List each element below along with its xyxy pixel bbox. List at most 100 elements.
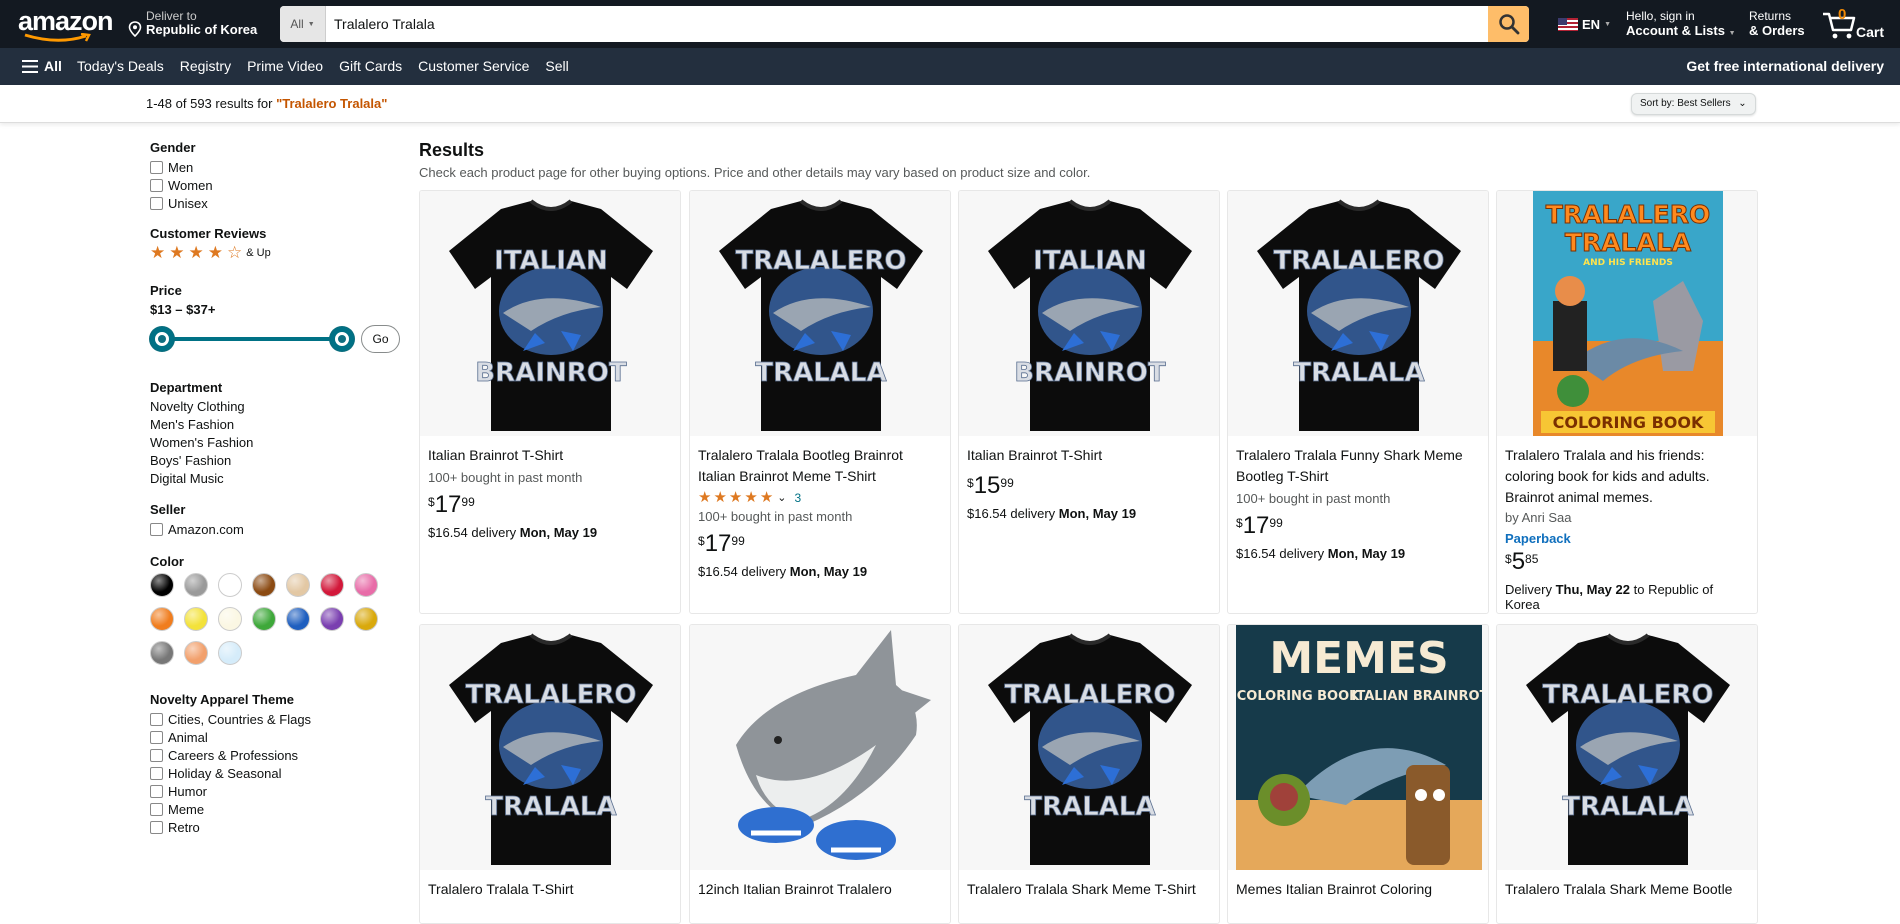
- price-go-button[interactable]: Go: [361, 325, 400, 353]
- deliver-to[interactable]: Deliver to Republic of Korea: [128, 9, 268, 41]
- theme-option[interactable]: Cities, Countries & Flags: [150, 710, 410, 728]
- product-card[interactable]: ITALIAN BRAINROT Italian Brainrot T-Shir…: [419, 190, 681, 614]
- color-swatch[interactable]: [354, 573, 378, 597]
- product-price[interactable]: $ 15 99: [967, 472, 1211, 500]
- subnav-registry[interactable]: Registry: [180, 58, 231, 74]
- color-swatch[interactable]: [184, 607, 208, 631]
- product-title[interactable]: Tralalero Tralala and his friends: color…: [1505, 445, 1749, 508]
- account-menu[interactable]: Hello, sign in Account & Lists ▼: [1626, 10, 1736, 42]
- color-swatch[interactable]: [252, 607, 276, 631]
- gender-option-unisex[interactable]: Unisex: [150, 194, 410, 212]
- product-image[interactable]: ITALIAN BRAINROT: [420, 191, 680, 436]
- product-card[interactable]: 12inch Italian Brainrot Tralalero: [689, 624, 951, 924]
- international-delivery-promo[interactable]: Get free international delivery: [1686, 58, 1884, 74]
- color-swatch[interactable]: [150, 641, 174, 665]
- price-slider-max-handle[interactable]: [330, 327, 354, 351]
- subnav-customer-service[interactable]: Customer Service: [418, 58, 529, 74]
- color-swatch[interactable]: [320, 607, 344, 631]
- seller-option-amazon[interactable]: Amazon.com: [150, 520, 410, 538]
- color-swatch[interactable]: [218, 641, 242, 665]
- department-womens-fashion[interactable]: Women's Fashion: [150, 434, 410, 452]
- department-novelty-clothing[interactable]: Novelty Clothing: [150, 398, 410, 416]
- color-swatch[interactable]: [184, 573, 208, 597]
- product-card[interactable]: TRALALERO TRALALA Tralalero Tralala Shar…: [1496, 624, 1758, 924]
- price-slider[interactable]: Go: [150, 323, 410, 357]
- theme-option[interactable]: Humor: [150, 782, 410, 800]
- product-price[interactable]: $ 17 99: [428, 491, 672, 519]
- language-selector[interactable]: EN ▼: [1558, 17, 1611, 32]
- checkbox[interactable]: [150, 820, 163, 834]
- subnav-todays-deals[interactable]: Today's Deals: [77, 58, 164, 74]
- checkbox[interactable]: [150, 178, 163, 192]
- product-title[interactable]: Tralalero Tralala Funny Shark Meme Bootl…: [1236, 445, 1480, 487]
- product-card[interactable]: TRALALERO TRALALA Tralalero Tralala Shar…: [958, 624, 1220, 924]
- product-card[interactable]: TRALALERO TRALALA Tralalero Tralala Funn…: [1227, 190, 1489, 614]
- checkbox[interactable]: [150, 802, 163, 816]
- price-slider-min-handle[interactable]: [150, 327, 174, 351]
- theme-option[interactable]: Animal: [150, 728, 410, 746]
- color-swatch[interactable]: [252, 573, 276, 597]
- checkbox[interactable]: [150, 160, 163, 174]
- department-digital-music[interactable]: Digital Music: [150, 470, 410, 488]
- color-swatch[interactable]: [184, 641, 208, 665]
- product-title[interactable]: Memes Italian Brainrot Coloring: [1236, 879, 1480, 900]
- product-card[interactable]: ITALIAN BRAINROT Italian Brainrot T-Shir…: [958, 190, 1220, 614]
- product-format[interactable]: Paperback: [1505, 531, 1749, 546]
- product-image[interactable]: [690, 625, 950, 870]
- color-swatch[interactable]: [150, 573, 174, 597]
- color-swatch[interactable]: [218, 607, 242, 631]
- rating-count[interactable]: 3: [794, 491, 801, 505]
- color-swatch[interactable]: [354, 607, 378, 631]
- product-card[interactable]: MEMES COLORING BOOK ITALIAN BRAINROT Mem…: [1227, 624, 1489, 924]
- checkbox[interactable]: [150, 766, 163, 780]
- all-menu-button[interactable]: All: [22, 58, 62, 74]
- search-category-select[interactable]: All ▼: [280, 6, 326, 42]
- color-swatch[interactable]: [218, 573, 242, 597]
- color-swatch[interactable]: [286, 573, 310, 597]
- checkbox[interactable]: [150, 784, 163, 798]
- product-image[interactable]: TRALALERO TRALALA AND HIS FRIENDS COLORI…: [1497, 191, 1757, 436]
- gender-option-men[interactable]: Men: [150, 158, 410, 176]
- product-image[interactable]: MEMES COLORING BOOK ITALIAN BRAINROT: [1228, 625, 1488, 870]
- theme-option[interactable]: Careers & Professions: [150, 746, 410, 764]
- product-price[interactable]: $ 17 99: [698, 530, 942, 558]
- returns-orders[interactable]: Returns & Orders: [1749, 10, 1805, 39]
- checkbox[interactable]: [150, 730, 163, 744]
- product-card[interactable]: TRALALERO TRALALA Tralalero Tralala T-Sh…: [419, 624, 681, 924]
- subnav-sell[interactable]: Sell: [545, 58, 568, 74]
- product-price[interactable]: $ 17 99: [1236, 512, 1480, 540]
- product-image[interactable]: TRALALERO TRALALA: [1228, 191, 1488, 436]
- gender-option-women[interactable]: Women: [150, 176, 410, 194]
- product-price[interactable]: $ 5 85: [1505, 548, 1749, 576]
- product-card[interactable]: TRALALERO TRALALA Tralalero Tralala Boot…: [689, 190, 951, 614]
- product-image[interactable]: TRALALERO TRALALA: [690, 191, 950, 436]
- subnav-gift-cards[interactable]: Gift Cards: [339, 58, 402, 74]
- theme-option[interactable]: Meme: [150, 800, 410, 818]
- product-title[interactable]: Italian Brainrot T-Shirt: [967, 445, 1211, 466]
- product-title[interactable]: 12inch Italian Brainrot Tralalero: [698, 879, 942, 900]
- product-title[interactable]: Tralalero Tralala Shark Meme T-Shirt: [967, 879, 1211, 900]
- department-mens-fashion[interactable]: Men's Fashion: [150, 416, 410, 434]
- product-title[interactable]: Italian Brainrot T-Shirt: [428, 445, 672, 466]
- theme-option[interactable]: Retro: [150, 818, 410, 836]
- product-image[interactable]: ITALIAN BRAINROT: [959, 191, 1219, 436]
- sort-dropdown[interactable]: Sort by: Best Sellers ⌄: [1631, 93, 1756, 115]
- color-swatch[interactable]: [320, 573, 344, 597]
- checkbox[interactable]: [150, 196, 163, 210]
- color-swatch[interactable]: [150, 607, 174, 631]
- checkbox[interactable]: [150, 712, 163, 726]
- product-title[interactable]: Tralalero Tralala T-Shirt: [428, 879, 672, 900]
- product-image[interactable]: TRALALERO TRALALA: [1497, 625, 1757, 870]
- search-input[interactable]: [326, 6, 1488, 42]
- product-title[interactable]: Tralalero Tralala Bootleg Brainrot Itali…: [698, 445, 942, 487]
- product-title[interactable]: Tralalero Tralala Shark Meme Bootle: [1505, 879, 1749, 900]
- product-image[interactable]: TRALALERO TRALALA: [959, 625, 1219, 870]
- chevron-down-icon[interactable]: ⌄: [777, 491, 786, 504]
- product-card[interactable]: TRALALERO TRALALA AND HIS FRIENDS COLORI…: [1496, 190, 1758, 614]
- checkbox[interactable]: [150, 522, 163, 536]
- cart-button[interactable]: 0 Cart: [1822, 6, 1892, 42]
- amazon-logo[interactable]: amazon: [18, 8, 114, 42]
- subnav-prime-video[interactable]: Prime Video: [247, 58, 323, 74]
- checkbox[interactable]: [150, 748, 163, 762]
- four-stars-and-up[interactable]: ★ ★ ★ ★ ☆ & Up: [150, 244, 410, 261]
